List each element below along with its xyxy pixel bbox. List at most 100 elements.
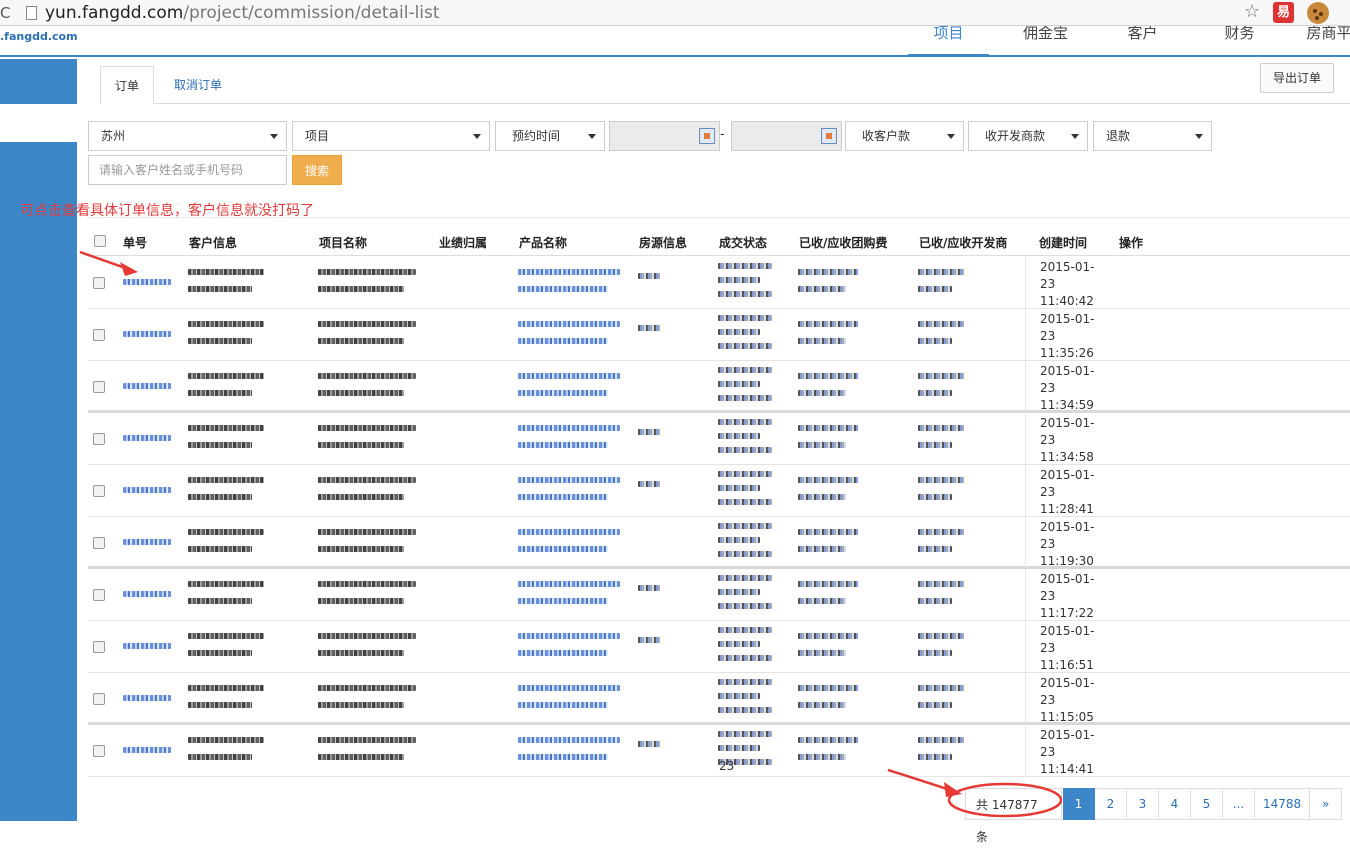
row-checkbox[interactable]: [93, 745, 105, 757]
nav-item-commission[interactable]: 佣金宝: [1005, 26, 1086, 55]
start-date-field[interactable]: [609, 121, 720, 151]
redacted-cell: [798, 286, 846, 292]
table-row[interactable]: 2015-01- 23 11:34:59: [88, 361, 1350, 413]
table-row[interactable]: 2015-01- 23 11:40:42: [88, 257, 1350, 309]
table-row[interactable]: 2015-01- 23 11:35:26: [88, 309, 1350, 361]
row-checkbox[interactable]: [93, 433, 105, 445]
redacted-order-link[interactable]: [123, 747, 171, 753]
redacted-cell: [918, 633, 964, 639]
refund-select[interactable]: 退款: [1093, 121, 1212, 151]
nav-item-developer-platform[interactable]: 房商平台: [1296, 26, 1350, 55]
table-row[interactable]: 2015-01- 23 11:16:51: [88, 621, 1350, 673]
redacted-order-link[interactable]: [123, 487, 171, 493]
site-logo[interactable]: .fangdd.com: [0, 30, 78, 43]
customer-payment-select[interactable]: 收客户款: [845, 121, 964, 151]
redacted-cell: [318, 650, 404, 656]
calendar-icon[interactable]: [821, 128, 837, 144]
select-all-checkbox[interactable]: [94, 235, 106, 247]
redacted-order-link[interactable]: [123, 643, 171, 649]
redacted-cell: [518, 581, 620, 587]
caret-down-icon: [1071, 134, 1079, 139]
redacted-cell: [318, 702, 404, 708]
redacted-cell: [188, 390, 252, 396]
url-field[interactable]: yun.fangdd.com/project/commission/detail…: [45, 3, 440, 23]
redacted-cell: [798, 529, 858, 535]
row-checkbox[interactable]: [93, 329, 105, 341]
page-3[interactable]: 3: [1127, 788, 1159, 820]
redacted-cell: [718, 537, 760, 543]
reload-icon[interactable]: C: [0, 0, 14, 26]
total-count: 共 147877 条: [965, 788, 1062, 844]
page-ellipsis: ...: [1223, 788, 1255, 820]
redacted-order-link[interactable]: [123, 695, 171, 701]
created-time-cell: 2015-01- 23 11:34:59: [1025, 361, 1350, 413]
redacted-cell: [798, 754, 846, 760]
redacted-cell: [188, 650, 252, 656]
redacted-cell: [918, 321, 964, 327]
nav-item-projects[interactable]: 项目: [908, 26, 989, 55]
sidebar-top-block: [0, 59, 77, 104]
next-page-button[interactable]: »: [1310, 788, 1343, 820]
redacted-cell: [318, 321, 416, 327]
redacted-cell: [518, 477, 620, 483]
developer-payment-select[interactable]: 收开发商款: [968, 121, 1088, 151]
row-checkbox[interactable]: [93, 693, 105, 705]
redacted-cell: [188, 529, 264, 535]
redacted-cell: [918, 269, 964, 275]
caret-down-icon: [947, 134, 955, 139]
row-checkbox[interactable]: [93, 277, 105, 289]
divider: [88, 217, 1350, 218]
page-4[interactable]: 4: [1159, 788, 1191, 820]
row-checkbox[interactable]: [93, 537, 105, 549]
created-time-cell: 2015-01- 23 11:16:51: [1025, 621, 1350, 673]
table-row[interactable]: 2015-01- 23 11:28:41: [88, 465, 1350, 517]
page-5[interactable]: 5: [1191, 788, 1223, 820]
tab-orders[interactable]: 订单: [100, 66, 155, 104]
redacted-order-link[interactable]: [123, 539, 171, 545]
booking-time-select[interactable]: 预约时间: [495, 121, 605, 151]
redacted-order-link[interactable]: [123, 383, 171, 389]
calendar-icon[interactable]: [699, 128, 715, 144]
order-tabs: 订单 取消订单: [100, 66, 1350, 104]
redacted-cell: [318, 633, 416, 639]
redacted-order-link[interactable]: [123, 279, 171, 285]
table-row[interactable]: 2015-01- 23 11:34:58: [88, 413, 1350, 465]
bookmark-star-icon[interactable]: ☆: [1244, 1, 1260, 22]
row-checkbox[interactable]: [93, 381, 105, 393]
pagination: 共 147877 条 1 2 3 4 5 ... 14788 »: [965, 788, 1343, 844]
cookie-extension-icon[interactable]: [1307, 2, 1329, 24]
nav-item-finance[interactable]: 财务: [1199, 26, 1280, 55]
page-last[interactable]: 14788: [1255, 788, 1311, 820]
row-checkbox[interactable]: [93, 589, 105, 601]
redacted-cell: [638, 585, 660, 591]
customer-search-input[interactable]: 请输入客户姓名或手机号码: [88, 155, 287, 185]
project-select[interactable]: 项目: [292, 121, 490, 151]
redacted-cell: [718, 315, 772, 321]
redacted-order-link[interactable]: [123, 591, 171, 597]
search-button[interactable]: 搜索: [292, 155, 342, 185]
redacted-cell: [718, 485, 760, 491]
redacted-cell: [518, 494, 608, 500]
row-checkbox[interactable]: [93, 485, 105, 497]
redacted-cell: [638, 273, 660, 279]
extension-icon[interactable]: 易: [1273, 2, 1294, 23]
redacted-cell: [798, 546, 846, 552]
redacted-order-link[interactable]: [123, 435, 171, 441]
page-1[interactable]: 1: [1063, 788, 1095, 820]
table-row[interactable]: 2015-01- 23 11:19:30: [88, 517, 1350, 569]
table-row[interactable]: 2015-01- 23 11:15:05: [88, 673, 1350, 725]
redacted-cell: [798, 702, 846, 708]
city-select-value: 苏州: [101, 129, 126, 143]
city-select[interactable]: 苏州: [88, 121, 287, 151]
nav-item-customers[interactable]: 客户: [1102, 26, 1183, 55]
page-2[interactable]: 2: [1095, 788, 1127, 820]
redacted-order-link[interactable]: [123, 331, 171, 337]
export-orders-button[interactable]: 导出订单: [1260, 63, 1334, 93]
redacted-cell: [718, 277, 760, 283]
redacted-cell: [518, 546, 608, 552]
row-checkbox[interactable]: [93, 641, 105, 653]
tab-cancelled-orders[interactable]: 取消订单: [160, 66, 236, 104]
end-date-field[interactable]: [731, 121, 842, 151]
table-row[interactable]: 2015-01- 23 11:17:22: [88, 569, 1350, 621]
table-row[interactable]: 23 2015-01- 23 11:14:41: [88, 725, 1350, 777]
